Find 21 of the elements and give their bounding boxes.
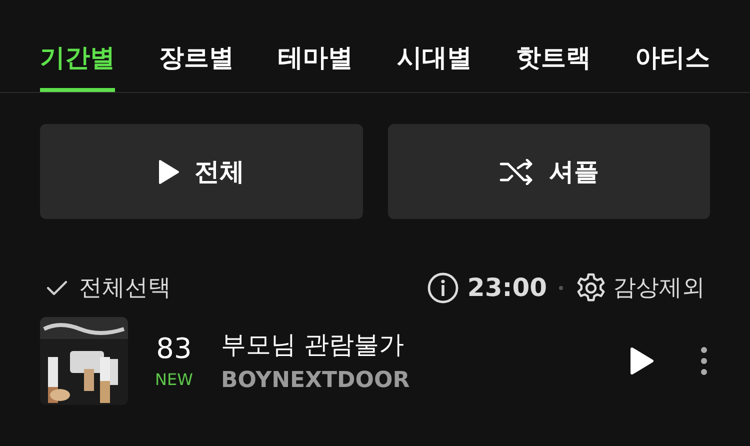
- tab[interactable]: 시대별: [397, 28, 472, 92]
- info-icon[interactable]: [427, 272, 460, 304]
- shuffle-icon: [498, 158, 535, 184]
- select-all-label[interactable]: 전체선택: [79, 270, 171, 306]
- track-title[interactable]: 부모님 관람불가: [221, 326, 629, 364]
- play-all-button[interactable]: 전체: [40, 124, 362, 219]
- play-icon[interactable]: [629, 346, 655, 376]
- exclude-label[interactable]: 감상제외: [613, 270, 705, 306]
- play-icon: [158, 158, 180, 184]
- timer-text: 23:00: [467, 272, 547, 304]
- new-label: NEW: [155, 369, 193, 391]
- tab[interactable]: 아티스: [635, 28, 710, 92]
- shuffle-button[interactable]: 셔플: [388, 124, 710, 219]
- artist-name[interactable]: BOYNEXTDOOR: [221, 364, 629, 396]
- tab[interactable]: 기간별: [40, 28, 115, 92]
- tab[interactable]: 핫트랙: [516, 28, 591, 92]
- settings-icon[interactable]: [575, 272, 607, 304]
- rank-number: 83: [156, 331, 192, 367]
- tab[interactable]: 테마별: [278, 28, 353, 92]
- more-icon[interactable]: [700, 346, 708, 376]
- tab[interactable]: 장르별: [159, 28, 234, 92]
